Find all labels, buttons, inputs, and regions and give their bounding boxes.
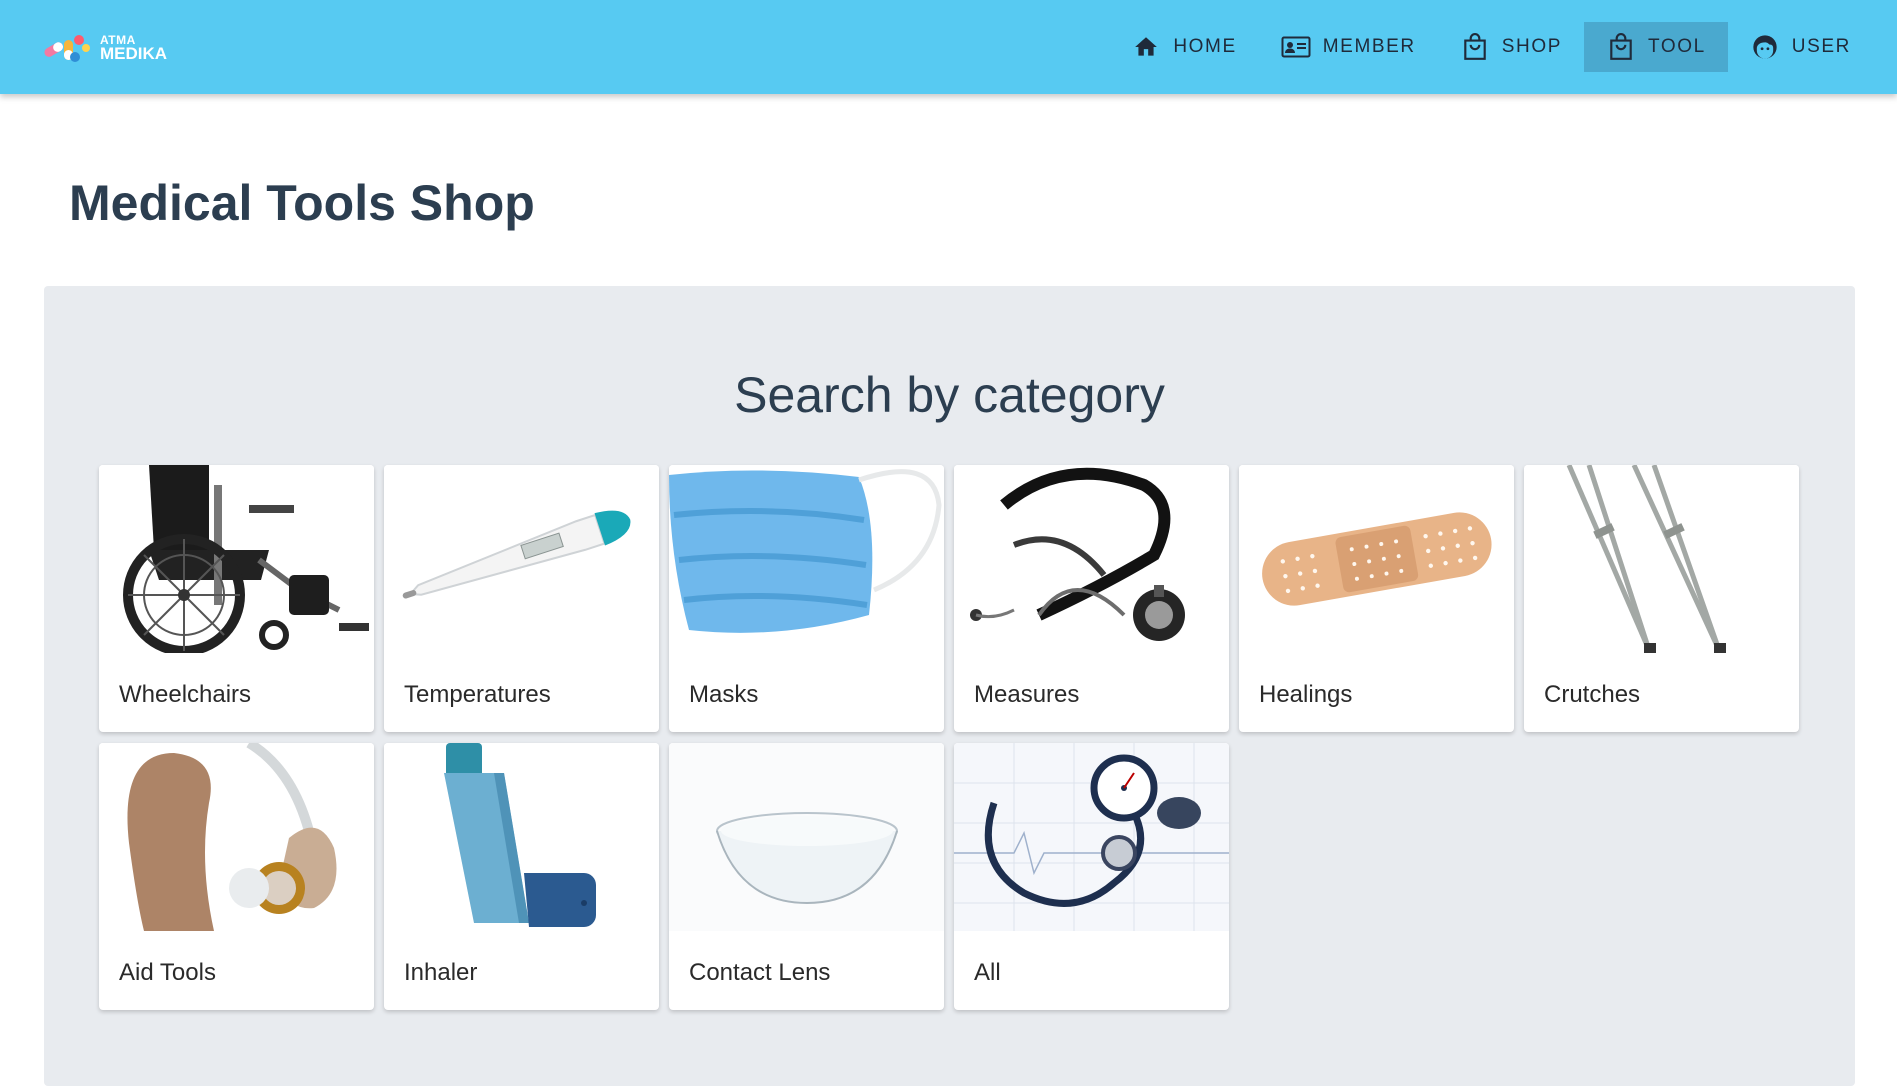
- logo-text-medika: MEDIKA: [100, 44, 168, 63]
- main-nav: HOME MEMBER SHOP TOOL USER: [1109, 22, 1873, 72]
- category-label: All: [974, 959, 1001, 986]
- nav-user-label: USER: [1791, 36, 1851, 57]
- id-card-icon: [1281, 32, 1311, 62]
- bandage-image: [1239, 465, 1514, 653]
- category-heading: Search by category: [734, 367, 1165, 423]
- category-card-aid-tools[interactable]: Aid Tools: [99, 743, 374, 1010]
- category-label: Crutches: [1544, 681, 1641, 708]
- category-card-masks[interactable]: Masks: [669, 465, 944, 732]
- thermometer-image: [384, 465, 659, 653]
- category-label: Measures: [974, 681, 1080, 708]
- category-label: Inhaler: [404, 959, 478, 986]
- nav-tool[interactable]: TOOL: [1584, 22, 1728, 72]
- category-card-healings[interactable]: Healings: [1239, 465, 1514, 732]
- nav-member-label: MEMBER: [1322, 36, 1416, 57]
- category-card-contact-lens[interactable]: Contact Lens: [669, 743, 944, 1010]
- stethoscope-and-blood-pressure-gauge-image: [954, 743, 1229, 931]
- hearing-aid-image: [99, 743, 374, 931]
- nav-tool-label: TOOL: [1648, 36, 1706, 57]
- category-card-inhaler[interactable]: Inhaler: [384, 743, 659, 1010]
- category-label: Temperatures: [404, 681, 551, 708]
- inhaler-image: [384, 743, 659, 931]
- category-label: Aid Tools: [119, 959, 216, 986]
- pills-logo-icon: [44, 35, 90, 62]
- category-label: Healings: [1259, 681, 1353, 708]
- shopping-bag-icon: [1606, 32, 1636, 62]
- category-card-wheelchairs[interactable]: Wheelchairs: [99, 465, 374, 732]
- home-icon: [1131, 32, 1161, 62]
- crutches-image: [1524, 465, 1799, 653]
- category-label: Wheelchairs: [119, 681, 252, 708]
- nav-user[interactable]: USER: [1728, 22, 1873, 72]
- category-card-all[interactable]: All: [954, 743, 1229, 1010]
- category-card-measures[interactable]: Measures: [954, 465, 1229, 732]
- category-card-crutches[interactable]: Crutches: [1524, 465, 1799, 732]
- wheelchair-image: [99, 465, 374, 653]
- category-panel: Search by category Wheelchairs Temperatu…: [44, 286, 1855, 1086]
- nav-home[interactable]: HOME: [1109, 22, 1258, 72]
- face-mask-image: [669, 465, 944, 653]
- contact-lens-image: [669, 743, 944, 931]
- nav-shop[interactable]: SHOP: [1438, 22, 1584, 72]
- page-title: Medical Tools Shop: [69, 175, 535, 231]
- shopping-bag-icon: [1460, 32, 1490, 62]
- face-icon: [1750, 32, 1780, 62]
- nav-member[interactable]: MEMBER: [1259, 22, 1438, 72]
- category-label: Masks: [689, 681, 759, 708]
- stethoscope-image: [954, 465, 1229, 653]
- top-app-bar: ATMA MEDIKA HOME MEMBER SHOP TOOL USER: [0, 0, 1897, 94]
- nav-shop-label: SHOP: [1501, 36, 1562, 57]
- atma-medika-logo[interactable]: ATMA MEDIKA: [42, 30, 167, 66]
- nav-home-label: HOME: [1173, 36, 1237, 57]
- category-card-temperatures[interactable]: Temperatures: [384, 465, 659, 732]
- category-label: Contact Lens: [689, 959, 831, 986]
